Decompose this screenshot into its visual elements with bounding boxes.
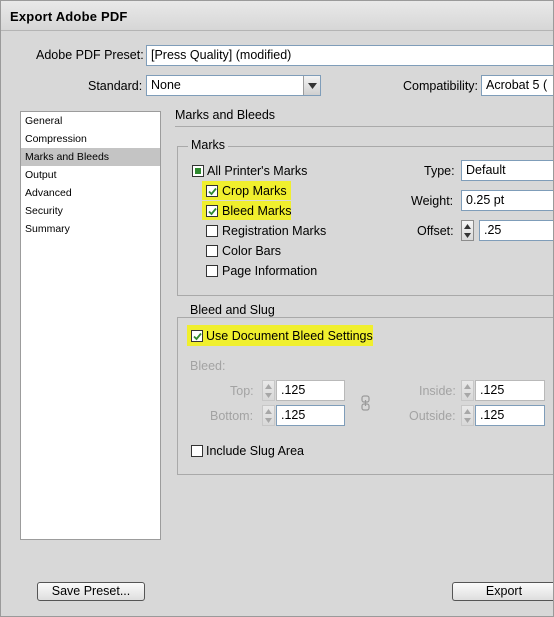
weight-dropdown[interactable]: 0.25 pt (461, 190, 553, 211)
sidebar-item-output[interactable]: Output (21, 166, 160, 184)
use-document-bleed-label: Use Document Bleed Settings (206, 329, 373, 343)
type-label: Type: (424, 164, 455, 178)
crop-marks-label: Crop Marks (222, 184, 287, 198)
page-information-checkbox[interactable] (206, 265, 218, 277)
sidebar-item-summary[interactable]: Summary (21, 220, 160, 238)
chain-link-icon[interactable] (361, 395, 370, 411)
chevron-down-icon[interactable] (303, 76, 320, 95)
title-bar: Export Adobe PDF (1, 1, 553, 31)
window-title: Export Adobe PDF (10, 9, 128, 24)
bleed-label: Bleed: (190, 359, 226, 373)
top-value: .125 (281, 383, 306, 397)
color-bars-label: Color Bars (222, 244, 282, 258)
all-printers-marks-label: All Printer's Marks (207, 164, 308, 178)
inside-label: Inside: (419, 384, 456, 398)
stepper-down-icon (265, 393, 272, 398)
type-value: Default (466, 163, 506, 177)
preset-value: [Press Quality] (modified) (151, 48, 292, 62)
pdf-preset-dropdown[interactable]: [Press Quality] (modified) (146, 45, 553, 66)
bottom-stepper[interactable] (262, 405, 275, 426)
outside-stepper[interactable] (461, 405, 474, 426)
standard-label: Standard: (88, 79, 143, 93)
bottom-label: Bottom: (210, 409, 254, 423)
bottom-input[interactable]: .125 (276, 405, 345, 426)
outside-label: Outside: (409, 409, 456, 423)
weight-label: Weight: (411, 194, 454, 208)
type-dropdown[interactable]: Default (461, 160, 553, 181)
marks-group-title: Marks (188, 138, 229, 152)
compatibility-dropdown[interactable]: Acrobat 5 ( (481, 75, 553, 96)
include-slug-label: Include Slug Area (206, 444, 304, 458)
offset-input[interactable]: .25 (479, 220, 553, 241)
bottom-value: .125 (281, 408, 306, 422)
stepper-up-icon (464, 409, 471, 414)
inside-stepper[interactable] (461, 380, 474, 401)
stepper-up-icon (464, 224, 471, 229)
bleed-marks-label: Bleed Marks (222, 204, 292, 218)
section-title: Marks and Bleeds (175, 108, 276, 122)
crop-marks-checkbox[interactable] (206, 185, 218, 197)
stepper-down-icon (464, 418, 471, 423)
inside-value: .125 (480, 383, 505, 397)
all-printers-marks-checkbox[interactable] (192, 165, 204, 177)
section-divider (175, 126, 553, 127)
stepper-down-icon (265, 418, 272, 423)
compatibility-label: Compatibility: (403, 79, 479, 93)
color-bars-checkbox[interactable] (206, 245, 218, 257)
offset-value: .25 (484, 223, 502, 237)
top-label: Top: (230, 384, 254, 398)
stepper-down-icon (464, 393, 471, 398)
export-pdf-dialog: Export Adobe PDF Adobe PDF Preset: [Pres… (0, 0, 554, 617)
offset-label: Offset: (417, 224, 454, 238)
top-input[interactable]: .125 (276, 380, 345, 401)
top-stepper[interactable] (262, 380, 275, 401)
stepper-up-icon (265, 409, 272, 414)
outside-input[interactable]: .125 (475, 405, 545, 426)
include-slug-checkbox[interactable] (191, 445, 203, 457)
registration-marks-label: Registration Marks (222, 224, 327, 238)
stepper-down-icon (464, 233, 471, 238)
export-button[interactable]: Export (452, 582, 553, 601)
bleed-slug-group-title: Bleed and Slug (187, 303, 278, 317)
category-list: General Compression Marks and Bleeds Out… (20, 111, 161, 540)
standard-value: None (151, 78, 181, 92)
sidebar-item-advanced[interactable]: Advanced (21, 184, 160, 202)
use-document-bleed-checkbox[interactable] (191, 330, 203, 342)
weight-value: 0.25 pt (466, 193, 505, 207)
preset-label: Adobe PDF Preset: (36, 48, 144, 62)
registration-marks-checkbox[interactable] (206, 225, 218, 237)
sidebar-item-marks-and-bleeds[interactable]: Marks and Bleeds (21, 148, 160, 166)
bleed-marks-checkbox[interactable] (206, 205, 218, 217)
save-preset-button[interactable]: Save Preset... (37, 582, 145, 601)
stepper-up-icon (265, 384, 272, 389)
compatibility-value: Acrobat 5 ( (486, 78, 548, 92)
page-information-label: Page Information (222, 264, 318, 278)
inside-input[interactable]: .125 (475, 380, 545, 401)
offset-stepper[interactable] (461, 220, 474, 241)
sidebar-item-compression[interactable]: Compression (21, 130, 160, 148)
sidebar-item-general[interactable]: General (21, 112, 160, 130)
outside-value: .125 (480, 408, 505, 422)
sidebar-item-security[interactable]: Security (21, 202, 160, 220)
stepper-up-icon (464, 384, 471, 389)
standard-dropdown[interactable]: None (146, 75, 321, 96)
